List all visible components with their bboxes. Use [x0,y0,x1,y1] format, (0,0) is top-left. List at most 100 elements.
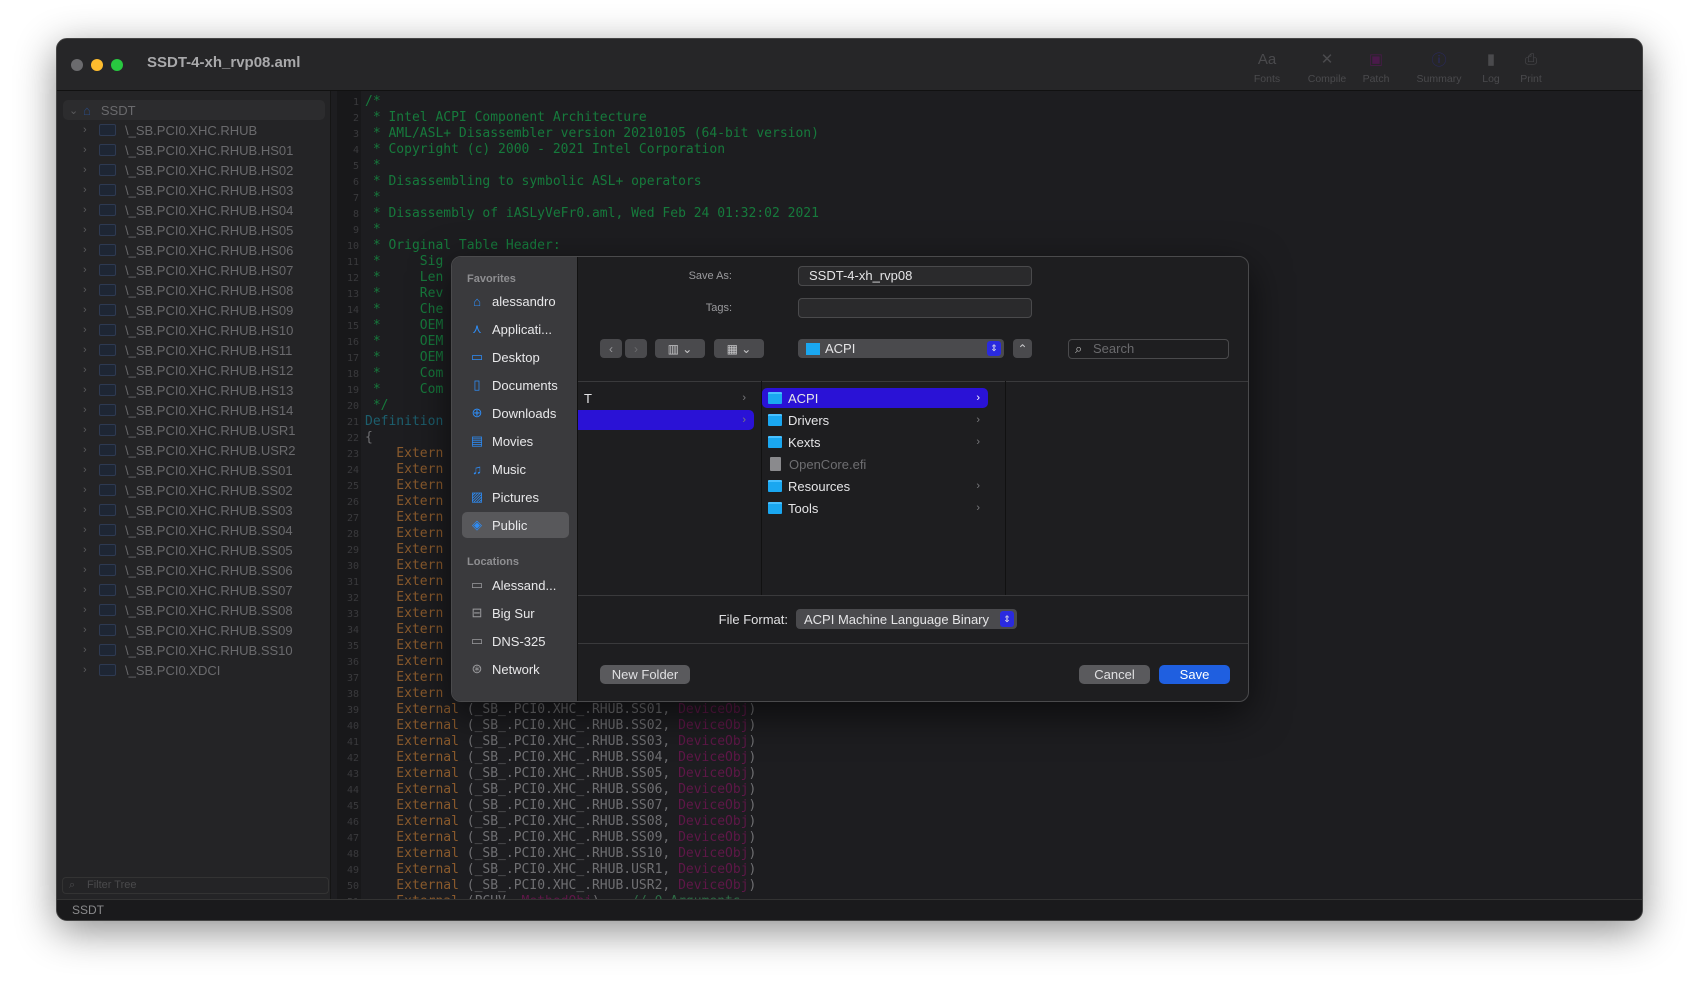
tree-item[interactable]: › \_SB.PCI0.XHC.RHUB.SS09 [83,620,293,640]
toolbar-summary-button[interactable]: ⓘ Summary [1411,45,1467,86]
chevron-right-icon[interactable]: › [83,264,93,276]
sidebar-item-alessand[interactable]: ▭ Alessand... [462,572,569,598]
toolbar-fonts-button[interactable]: Aa Fonts [1239,45,1295,86]
chevron-right-icon[interactable]: › [83,444,93,456]
collapse-button[interactable]: ⌃ [1013,339,1032,358]
chevron-right-icon[interactable]: › [83,484,93,496]
chevron-right-icon[interactable]: › [83,664,93,676]
chevron-right-icon[interactable]: › [83,124,93,136]
cancel-button[interactable]: Cancel [1079,665,1150,684]
back-button[interactable]: ‹ [600,339,622,358]
tree-item[interactable]: › \_SB.PCI0.XHC.RHUB.HS05 [83,220,293,240]
toolbar-compile-button[interactable]: ✕ Compile [1299,45,1355,85]
tree-item[interactable]: › \_SB.PCI0.XHC.RHUB.SS06 [83,560,293,580]
chevron-right-icon[interactable]: › [83,564,93,576]
tree-item[interactable]: › \_SB.PCI0.XHC.RHUB.HS11 [83,340,292,360]
chevron-right-icon[interactable]: › [83,284,93,296]
tree-item[interactable]: › \_SB.PCI0.XHC.RHUB.HS10 [83,320,293,340]
browser-item[interactable]: Resources › [762,476,988,496]
tree-item[interactable]: › \_SB.PCI0.XHC.RHUB.HS08 [83,280,293,300]
sidebar-item-music[interactable]: ♫ Music [462,456,569,482]
sidebar-item-pictures[interactable]: ▨ Pictures [462,484,569,510]
tree-item[interactable]: › \_SB.PCI0.XHC.RHUB.HS13 [83,380,293,400]
chevron-right-icon[interactable]: › [83,384,93,396]
chevron-right-icon[interactable]: › [83,344,93,356]
search-field[interactable]: ⌕ Search [1068,339,1229,359]
sidebar-item-alessandro[interactable]: ⌂ alessandro [462,288,569,314]
close-button[interactable] [71,59,83,71]
tree-item[interactable]: › \_SB.PCI0.XHC.RHUB.SS10 [83,640,293,660]
tree-item[interactable]: › \_SB.PCI0.XHC.RHUB [83,120,257,140]
chevron-right-icon[interactable]: › [83,644,93,656]
chevron-right-icon[interactable]: › [83,184,93,196]
sidebar-item-documents[interactable]: ▯ Documents [462,372,569,398]
tree-item[interactable]: › \_SB.PCI0.XHC.RHUB.HS04 [83,200,293,220]
filter-tree-input[interactable]: ⌕ Filter Tree [62,877,329,894]
chevron-right-icon[interactable]: › [83,324,93,336]
sidebar-item-bigsur[interactable]: ⊟ Big Sur [462,600,569,626]
tree-item[interactable]: › \_SB.PCI0.XHC.RHUB.HS03 [83,180,293,200]
browser-item[interactable]: T › [578,388,754,408]
group-button[interactable]: ▦ ⌄ [714,339,764,358]
chevron-right-icon[interactable]: › [83,144,93,156]
chevron-right-icon[interactable]: › [83,544,93,556]
sidebar-item-movies[interactable]: ▤ Movies [462,428,569,454]
location-popup[interactable]: ACPI ⇕ [798,339,1004,358]
minimize-button[interactable] [91,59,103,71]
browser-item[interactable]: Drivers › [762,410,988,430]
browser-item[interactable]: ACPI › [762,388,988,408]
view-mode-button[interactable]: ▥ ⌄ [655,339,705,358]
chevron-right-icon[interactable]: › [83,224,93,236]
save-button[interactable]: Save [1159,665,1230,684]
zoom-button[interactable] [111,59,123,71]
chevron-right-icon[interactable]: › [83,424,93,436]
sidebar-item-public[interactable]: ◈ Public [462,512,569,538]
tree-item[interactable]: › \_SB.PCI0.XHC.RHUB.USR2 [83,440,296,460]
chevron-right-icon[interactable]: › [83,504,93,516]
chevron-right-icon[interactable]: › [83,524,93,536]
chevron-right-icon[interactable]: › [83,304,93,316]
browser-item[interactable]: Kexts › [762,432,988,452]
sidebar-item-network[interactable]: ⊛ Network [462,656,569,682]
tree-item[interactable]: › \_SB.PCI0.XHC.RHUB.HS06 [83,240,293,260]
tree-item[interactable]: › \_SB.PCI0.XHC.RHUB.SS02 [83,480,293,500]
tree-item[interactable]: › \_SB.PCI0.XHC.RHUB.HS02 [83,160,293,180]
chevron-down-icon[interactable]: ⌄ [69,104,79,117]
toolbar-print-button[interactable]: ⎙ Print [1503,45,1559,86]
tree-root[interactable]: ⌄ ⌂ SSDT [63,100,325,120]
toolbar-patch-button[interactable]: ▣ Patch [1348,45,1404,85]
tree-item[interactable]: › \_SB.PCI0.XHC.RHUB.SS05 [83,540,293,560]
chevron-right-icon[interactable]: › [83,204,93,216]
tree-item[interactable]: › \_SB.PCI0.XDCI [83,660,220,680]
sidebar-item-downloads[interactable]: ⊕ Downloads [462,400,569,426]
sidebar-item-desktop[interactable]: ▭ Desktop [462,344,569,370]
browser-item[interactable]: OpenCore.efi [762,454,988,474]
chevron-right-icon[interactable]: › [83,244,93,256]
tree-item[interactable]: › \_SB.PCI0.XHC.RHUB.SS03 [83,500,293,520]
tree-item[interactable]: › \_SB.PCI0.XHC.RHUB.SS08 [83,600,293,620]
save-as-field[interactable]: SSDT-4-xh_rvp08 [798,266,1032,286]
browser-item[interactable]: Tools › [762,498,988,518]
new-folder-button[interactable]: New Folder [600,665,690,684]
tree-item[interactable]: › \_SB.PCI0.XHC.RHUB.SS07 [83,580,293,600]
chevron-right-icon[interactable]: › [83,584,93,596]
tree-item[interactable]: › \_SB.PCI0.XHC.RHUB.HS12 [83,360,293,380]
chevron-right-icon[interactable]: › [83,164,93,176]
tree-item[interactable]: › \_SB.PCI0.XHC.RHUB.HS01 [83,140,293,160]
sidebar-item-applicati[interactable]: ⋏ Applicati... [462,316,569,342]
chevron-right-icon[interactable]: › [83,604,93,616]
tree-item[interactable]: › \_SB.PCI0.XHC.RHUB.SS04 [83,520,293,540]
tree-item[interactable]: › \_SB.PCI0.XHC.RHUB.USR1 [83,420,296,440]
chevron-right-icon[interactable]: › [83,464,93,476]
tree-item[interactable]: › \_SB.PCI0.XHC.RHUB.HS14 [83,400,293,420]
tree-item[interactable]: › \_SB.PCI0.XHC.RHUB.HS07 [83,260,293,280]
file-format-popup[interactable]: ACPI Machine Language Binary ⇕ [796,609,1017,629]
tree-item[interactable]: › \_SB.PCI0.XHC.RHUB.HS09 [83,300,293,320]
forward-button[interactable]: › [625,339,647,358]
tree-item[interactable]: › \_SB.PCI0.XHC.RHUB.SS01 [83,460,293,480]
chevron-right-icon[interactable]: › [83,364,93,376]
chevron-right-icon[interactable]: › [83,624,93,636]
chevron-right-icon[interactable]: › [83,404,93,416]
tags-field[interactable] [798,298,1032,318]
browser-item[interactable]: › [578,410,754,430]
